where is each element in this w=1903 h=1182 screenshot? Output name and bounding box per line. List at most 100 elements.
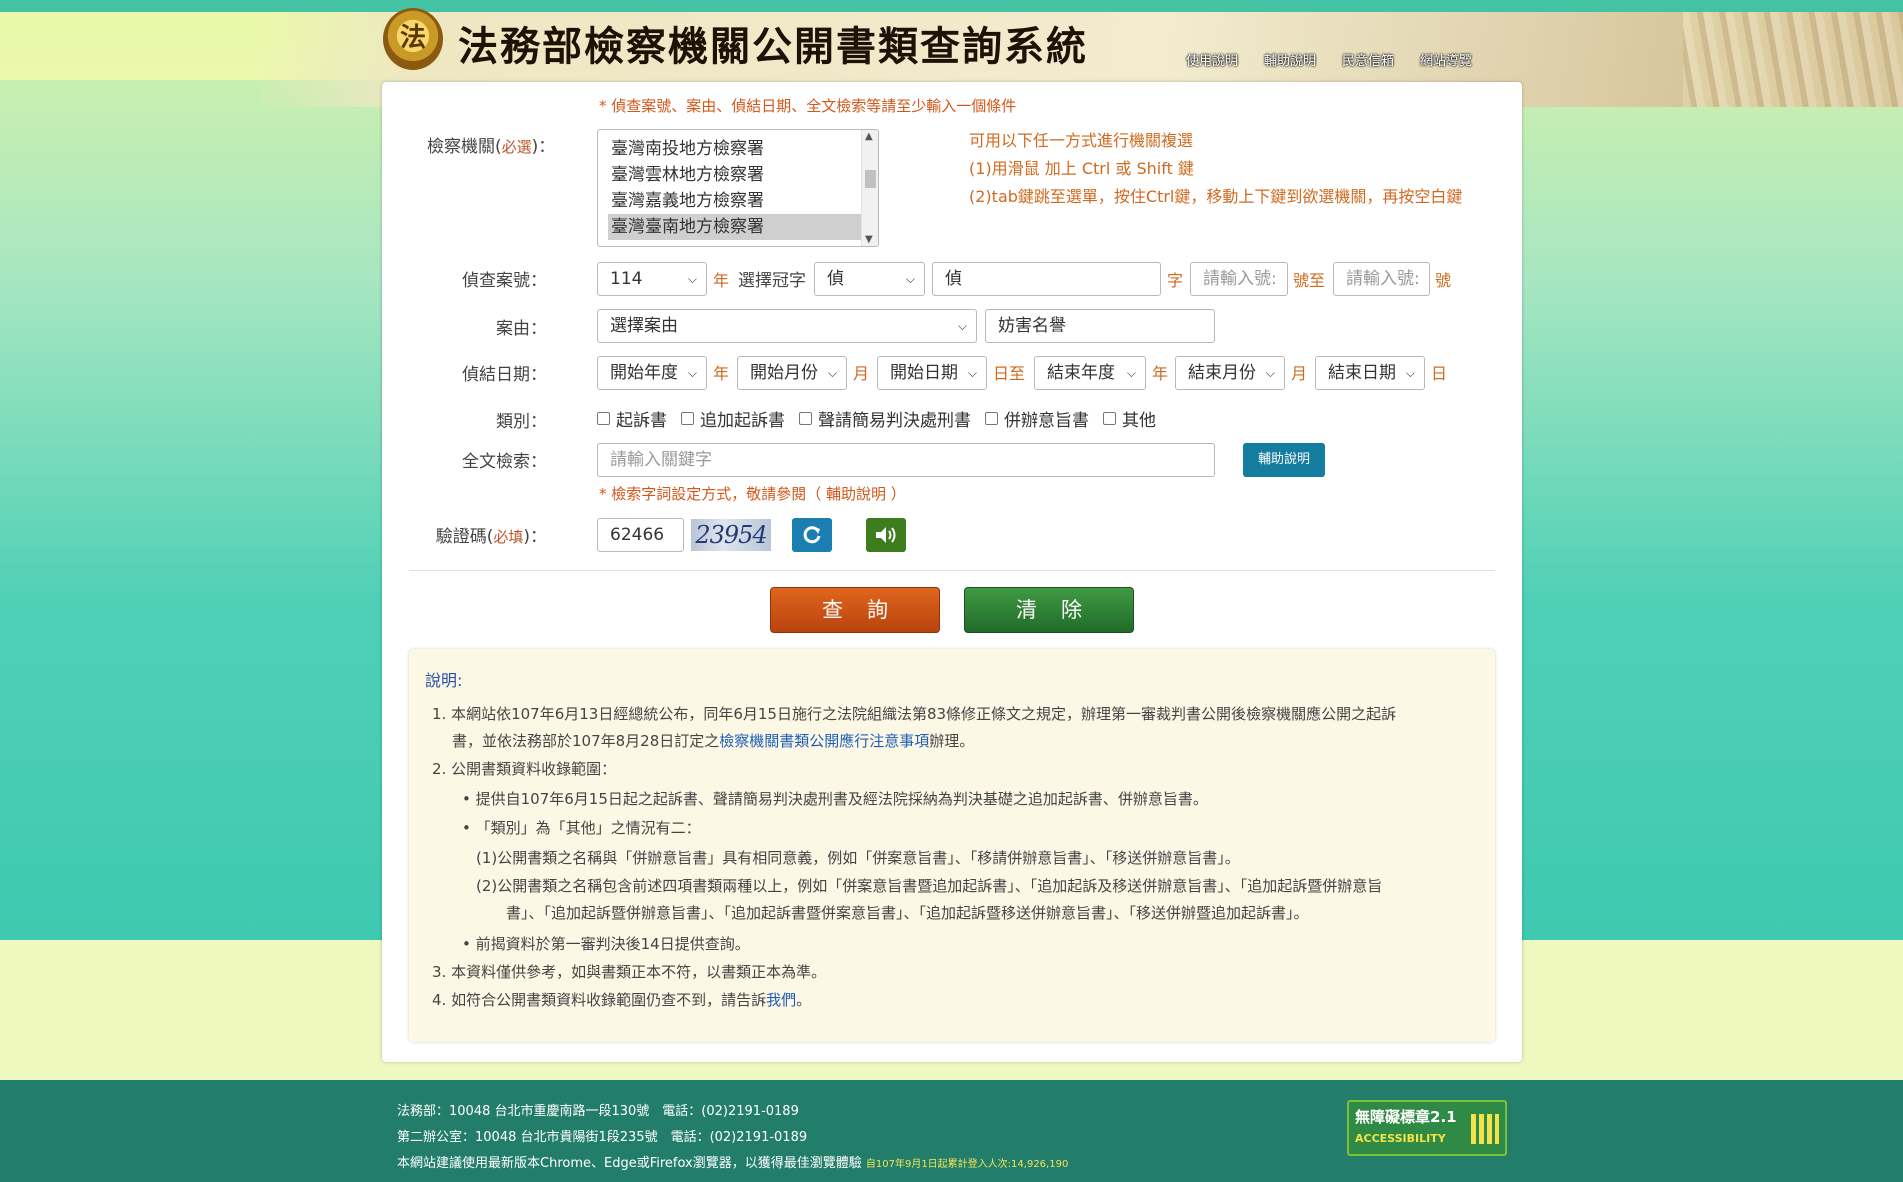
- note-bullet-1: • 提供自107年6月15日起之起訴書、聲請簡易判決處刑書及經法院採納為判決基礎…: [462, 790, 1208, 808]
- visitor-counter: 自107年9月1日起累計登入人次:14,926,190: [865, 1159, 1069, 1170]
- nav-help[interactable]: 輔助說明: [1264, 50, 1316, 69]
- note-sub-1: (1)公開書類之名稱與「併辦意旨書」具有相同意義，例如「併案意旨書」、「移請併辦…: [476, 849, 1240, 867]
- end-month-select[interactable]: 結束月份 ⌵: [1175, 356, 1285, 390]
- note-sub-2a: (2)公開書類之名稱包含前述四項書類兩種以上，例如「併案意旨書暨追加起訴書」、「…: [476, 877, 1383, 895]
- refresh-icon: [803, 526, 821, 544]
- notes-box: 說明: 1. 本網站依107年6月13日經總統公布，同年6月15日施行之法院組織…: [409, 649, 1495, 1042]
- agency-option[interactable]: 臺灣南投地方檢察署: [608, 136, 866, 162]
- agency-option-selected[interactable]: 臺灣臺南地方檢察署: [608, 214, 866, 240]
- checkbox-icon[interactable]: [799, 412, 812, 425]
- year-unit: 年: [713, 271, 730, 290]
- number-from-unit: 號至: [1293, 271, 1326, 290]
- agency-tip-2: (1)用滑鼠 加上 Ctrl 或 Shift 鍵: [969, 159, 1194, 178]
- site-title: 法務部檢察機關公開書類查詢系統: [458, 23, 1088, 70]
- checkbox-icon[interactable]: [985, 412, 998, 425]
- top-strip: [0, 0, 1903, 12]
- nav-sitemap[interactable]: 網站導覽: [1420, 50, 1472, 69]
- chevron-down-icon: ⌵: [687, 272, 697, 286]
- audio-captcha-button[interactable]: [866, 518, 906, 552]
- captcha-input[interactable]: 62466: [597, 518, 684, 552]
- footer: 法務部：10048 台北市重慶南路一段130號 電話：(02)2191-0189…: [0, 1080, 1903, 1182]
- badge-title: 無障礙標章2.1: [1355, 1108, 1457, 1126]
- note-3: 3. 本資料僅供參考，如與書類正本不符，以書類正本為準。: [432, 963, 827, 981]
- badge-sub: ACCESSIBILITY: [1355, 1132, 1446, 1145]
- fulltext-input[interactable]: 請輸入關鍵字: [597, 443, 1215, 477]
- agency-scrollbar[interactable]: ▲ ▼: [861, 130, 878, 246]
- nav-mailbox[interactable]: 民意信箱: [1342, 50, 1394, 69]
- end-day-select[interactable]: 結束日期 ⌵: [1315, 356, 1425, 390]
- case-number-from-input[interactable]: 請輸入號:: [1190, 262, 1288, 296]
- case-no-label: 偵查案號：: [462, 271, 547, 291]
- note-1-line-1: 1. 本網站依107年6月13日經總統公布，同年6月15日施行之法院組織法第83…: [432, 705, 1397, 723]
- checkbox-icon[interactable]: [597, 412, 610, 425]
- note-bullet-2: • 「類別」為「其他」之情況有二：: [462, 819, 701, 837]
- accessibility-badge[interactable]: 無障礙標章2.1 ACCESSIBILITY: [1347, 1100, 1507, 1156]
- checkbox-icon[interactable]: [1103, 412, 1116, 425]
- case-word-input[interactable]: 偵: [932, 262, 1161, 296]
- scroll-thumb[interactable]: [865, 170, 876, 188]
- accessibility-icon: [1471, 1114, 1499, 1144]
- agency-listbox[interactable]: 臺灣南投地方檢察署 臺灣雲林地方檢察署 臺灣嘉義地方檢察署 臺灣臺南地方檢察署 …: [597, 129, 879, 247]
- cause-input[interactable]: 妨害名譽: [985, 309, 1215, 343]
- note-4: 4. 如符合公開書類資料收錄範圍仍查不到，請告訴我們。: [432, 991, 812, 1009]
- guidelines-link[interactable]: 檢察機關書類公開應行注意事項: [719, 732, 929, 750]
- case-year-select[interactable]: 114 ⌵: [597, 262, 707, 296]
- scroll-up-icon[interactable]: ▲: [865, 131, 873, 142]
- footer-address-2: 第二辦公室：10048 台北市貴陽街1段235號 電話：(02)2191-018…: [397, 1130, 808, 1145]
- start-day-unit: 日至: [993, 364, 1026, 383]
- note-1-line-2: 書，並依法務部於107年8月28日訂定之檢察機關書類公開應行注意事項辦理。: [452, 732, 975, 750]
- close-date-label: 偵結日期：: [462, 365, 547, 385]
- start-month-select[interactable]: 開始月份 ⌵: [737, 356, 847, 390]
- agency-option[interactable]: 臺灣雲林地方檢察署: [608, 162, 866, 188]
- cause-select[interactable]: 選擇案由 ⌵: [597, 309, 977, 343]
- nav-usage[interactable]: 使用說明: [1186, 50, 1238, 69]
- fulltext-label: 全文檢索：: [462, 452, 547, 472]
- prefix-label: 選擇冠字: [738, 271, 806, 291]
- category-group: 起訴書 追加起訴書 聲請簡易判決處刑書 併辦意旨書 其他: [597, 406, 1170, 431]
- end-year-select[interactable]: 結束年度 ⌵: [1034, 356, 1146, 390]
- chevron-down-icon: ⌵: [957, 319, 967, 333]
- category-supplement-checkbox[interactable]: 追加起訴書: [681, 406, 785, 431]
- end-day-unit: 日: [1431, 364, 1448, 383]
- speaker-icon: [876, 527, 896, 543]
- contact-us-link[interactable]: 我們: [766, 991, 796, 1009]
- end-year-unit: 年: [1152, 364, 1169, 383]
- start-day-select[interactable]: 開始日期 ⌵: [877, 356, 987, 390]
- agency-tip-1: 可用以下任一方式進行機關複選: [969, 131, 1194, 150]
- chevron-down-icon: ⌵: [967, 366, 977, 380]
- search-button[interactable]: 查詢: [770, 587, 940, 633]
- checkbox-icon[interactable]: [681, 412, 694, 425]
- chevron-down-icon: ⌵: [905, 272, 915, 286]
- refresh-captcha-button[interactable]: [792, 518, 832, 552]
- agency-option[interactable]: 臺灣嘉義地方檢察署: [608, 188, 866, 214]
- category-label: 類別：: [496, 412, 547, 432]
- fulltext-help-button[interactable]: 輔助說明: [1243, 443, 1325, 477]
- captcha-label: 驗證碼(必填)：: [435, 527, 547, 547]
- case-prefix-select[interactable]: 偵 ⌵: [814, 262, 925, 296]
- category-merge-checkbox[interactable]: 併辦意旨書: [985, 406, 1089, 431]
- case-number-to-input[interactable]: 請輸入號:: [1333, 262, 1430, 296]
- search-panel: * 偵查案號、案由、偵結日期、全文檢索等請至少輸入一個條件 檢察機關(必選)： …: [382, 82, 1522, 1062]
- fulltext-hint: * 檢索字詞設定方式，敬請參閱（ 輔助說明 ）: [599, 485, 906, 503]
- required-condition-hint: * 偵查案號、案由、偵結日期、全文檢索等請至少輸入一個條件: [599, 97, 1017, 115]
- footer-address-1: 法務部：10048 台北市重慶南路一段130號 電話：(02)2191-0189: [397, 1104, 799, 1119]
- agency-tip-3: (2)tab鍵跳至選單，按住Ctrl鍵，移動上下鍵到欲選機關，再按空白鍵: [969, 187, 1463, 206]
- notes-title: 說明:: [425, 671, 463, 690]
- chevron-down-icon: ⌵: [827, 366, 837, 380]
- category-indictment-checkbox[interactable]: 起訴書: [597, 406, 667, 431]
- chevron-down-icon: ⌵: [1405, 366, 1415, 380]
- start-year-select[interactable]: 開始年度 ⌵: [597, 356, 707, 390]
- chevron-down-icon: ⌵: [1126, 366, 1136, 380]
- scroll-down-icon[interactable]: ▼: [865, 234, 873, 245]
- top-nav: 使用說明 輔助說明 民意信箱 網站導覽: [1186, 50, 1498, 69]
- note-bullet-3: • 前揭資料於第一審判決後14日提供查詢。: [462, 935, 750, 953]
- category-summary-checkbox[interactable]: 聲請簡易判決處刑書: [799, 406, 971, 431]
- chevron-down-icon: ⌵: [1265, 366, 1275, 380]
- number-to-unit: 號: [1435, 271, 1452, 290]
- clear-button[interactable]: 清除: [964, 587, 1134, 633]
- agency-label: 檢察機關(必選)：: [427, 137, 556, 157]
- word-unit: 字: [1167, 271, 1184, 290]
- category-other-checkbox[interactable]: 其他: [1103, 406, 1156, 431]
- ministry-logo-icon: 法: [383, 8, 443, 70]
- start-month-unit: 月: [853, 364, 870, 383]
